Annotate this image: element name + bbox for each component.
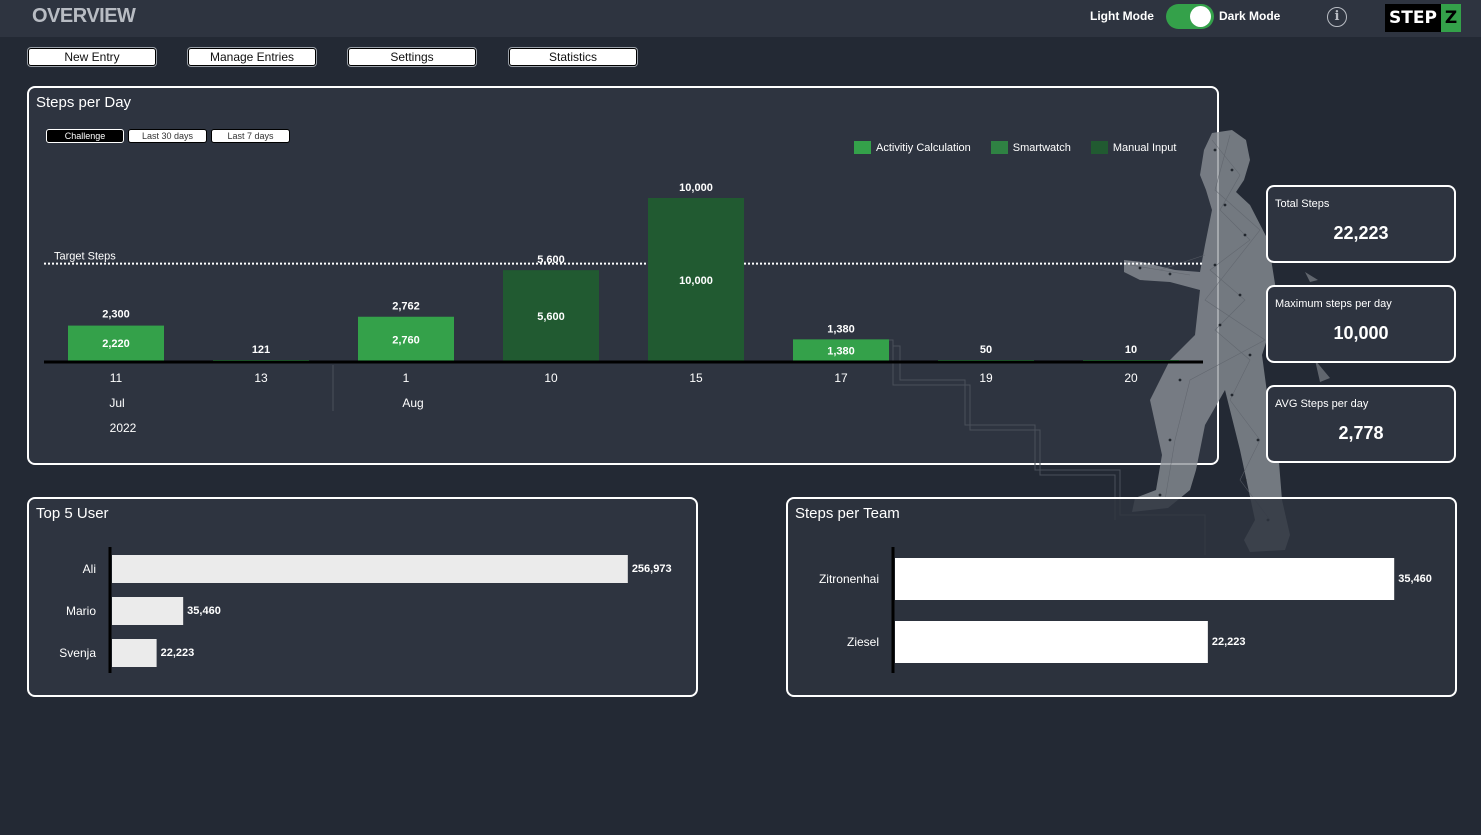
target-steps-label: Target Steps	[54, 251, 116, 263]
steps-per-day-chart: Target Steps 2,220 2,300 11 121 13 2,760 2,762 1…	[44, 182, 1203, 435]
bar-inner-label: 1,380	[827, 346, 855, 358]
logo-text-step: STEP	[1385, 4, 1441, 32]
bar-inner-label: 5,600	[537, 311, 565, 323]
new-entry-button[interactable]: New Entry	[28, 48, 156, 66]
bar-total-label: 10,000	[679, 182, 713, 194]
app-logo: STEP Z	[1385, 4, 1462, 32]
kpi-max-steps-value: 10,000	[1333, 323, 1389, 343]
statistics-button[interactable]: Statistics	[509, 48, 637, 66]
x-tick-label: 17	[834, 371, 848, 385]
x-tick-label: 20	[1124, 371, 1138, 385]
x-tick-label: 13	[254, 371, 268, 385]
hbar	[112, 555, 628, 583]
x-tick-label: 1	[403, 371, 410, 385]
x-tick-label: 11	[110, 371, 123, 385]
light-mode-label: Light Mode	[1090, 9, 1154, 23]
steps-per-team-chart: Zitronenhai 35,460 Ziesel 22,223	[819, 547, 1432, 673]
bar-total-label: 2,300	[102, 308, 130, 320]
x-tick-label: 19	[979, 371, 993, 385]
kpi-total-steps-label: Total Steps	[1275, 198, 1330, 210]
manage-entries-button[interactable]: Manage Entries	[188, 48, 316, 66]
hbar-category-label: Ali	[83, 562, 96, 576]
hbar	[895, 558, 1395, 600]
hbar-category-label: Zitronenhai	[819, 572, 879, 586]
bar-inner-label: 2,220	[102, 338, 130, 350]
toggle-knob	[1190, 6, 1211, 27]
kpi-max-steps: Maximum steps per day 10,000	[1266, 285, 1456, 363]
kpi-avg-steps-label: AVG Steps per day	[1275, 398, 1369, 410]
kpi-avg-steps: AVG Steps per day 2,778	[1266, 385, 1456, 463]
year-label: 2022	[110, 421, 137, 435]
x-tick-label: 10	[544, 371, 558, 385]
kpi-max-steps-label: Maximum steps per day	[1275, 298, 1392, 310]
settings-button[interactable]: Settings	[348, 48, 476, 66]
logo-text-z: Z	[1440, 4, 1462, 32]
hbar-category-label: Mario	[66, 604, 96, 618]
hbar-value-label: 22,223	[161, 647, 195, 659]
month-label: Jul	[109, 396, 124, 410]
bar-total-label: 2,762	[392, 301, 420, 313]
bar-total-label: 50	[980, 344, 992, 356]
top-users-chart: Ali 256,973 Mario 35,460 Svenja 22,223	[59, 547, 672, 673]
kpi-total-steps-value: 22,223	[1333, 223, 1389, 243]
top-bar: OVERVIEW Light Mode Dark Mode i STEP Z	[0, 0, 1481, 37]
hbar-value-label: 35,460	[1398, 573, 1432, 585]
x-tick-label: 15	[689, 371, 703, 385]
hbar-value-label: 22,223	[1212, 636, 1246, 648]
month-label: Aug	[402, 396, 423, 410]
dark-mode-toggle[interactable]	[1166, 4, 1214, 29]
bar-inner-label: 2,760	[392, 334, 420, 346]
hbar-value-label: 35,460	[187, 605, 221, 617]
page-title: OVERVIEW	[32, 5, 136, 27]
hbar-value-label: 256,973	[632, 563, 672, 575]
hbar-category-label: Svenja	[59, 646, 96, 660]
bar-total-label: 1,380	[827, 323, 855, 335]
hbar	[112, 639, 157, 667]
dark-mode-label: Dark Mode	[1219, 9, 1281, 23]
steps-per-team-panel: Steps per Team Zitronenhai 35,460 Ziesel 22…	[786, 497, 1457, 697]
kpi-total-steps: Total Steps 22,223	[1266, 185, 1456, 263]
hbar	[895, 621, 1208, 663]
bar-total-label: 121	[252, 344, 270, 356]
bar-total-label: 10	[1125, 344, 1137, 356]
bar-total-label: 5,600	[537, 254, 565, 266]
bar-inner-label: 10,000	[679, 275, 713, 287]
hbar	[112, 597, 184, 625]
kpi-avg-steps-value: 2,778	[1338, 423, 1384, 443]
top-users-panel: Top 5 User Ali 256,973 Mario 35,460 Svenja 22…	[27, 497, 698, 697]
hbar-category-label: Ziesel	[847, 635, 879, 649]
info-icon[interactable]: i	[1327, 7, 1347, 27]
